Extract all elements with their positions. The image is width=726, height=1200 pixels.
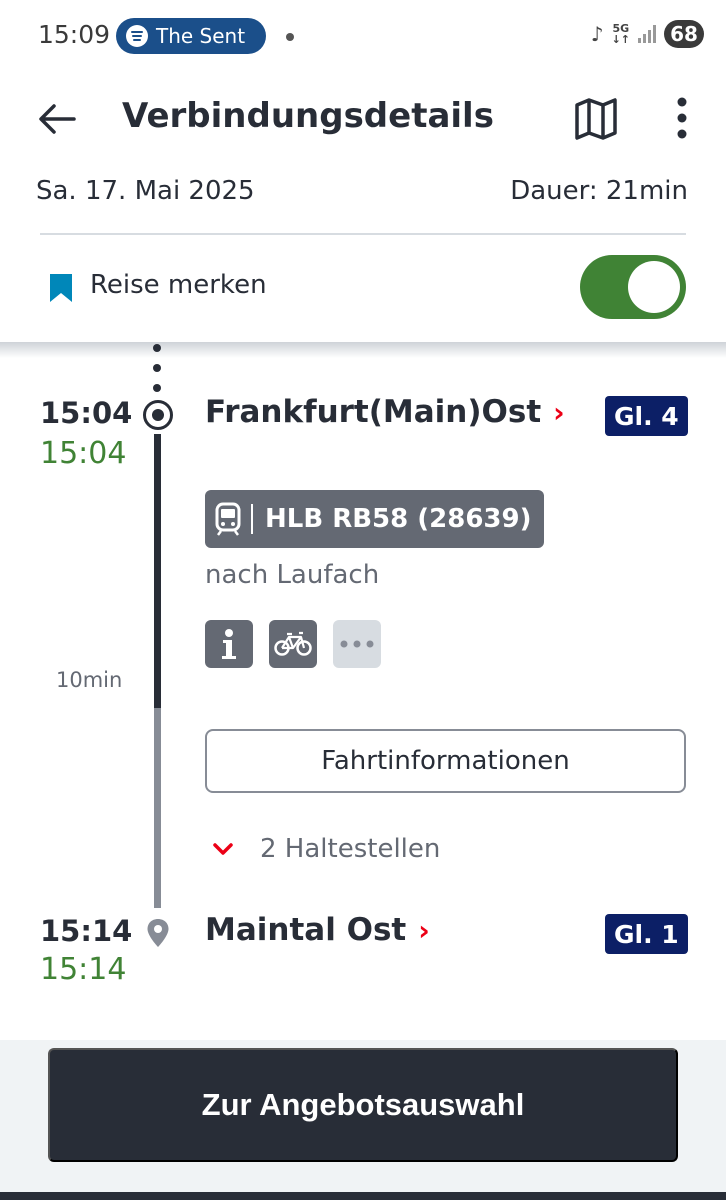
bicycle-icon[interactable] bbox=[269, 620, 317, 668]
chevron-right-icon: › bbox=[418, 913, 430, 947]
destination-time-planned: 15:14 bbox=[40, 914, 133, 948]
destination-station-name: Maintal Ost bbox=[205, 912, 407, 948]
media-pill[interactable]: The Sent bbox=[116, 18, 266, 54]
timeline-line-remaining bbox=[154, 708, 161, 908]
notification-dot-icon bbox=[286, 33, 294, 41]
origin-station-name: Frankfurt(Main)Ost bbox=[205, 394, 542, 430]
bookmark-toggle[interactable] bbox=[580, 255, 686, 319]
destination-track-badge: Gl. 1 bbox=[605, 914, 688, 954]
origin-station-link[interactable]: Frankfurt(Main)Ost › bbox=[205, 394, 565, 430]
chevron-down-icon bbox=[213, 843, 233, 855]
map-icon[interactable] bbox=[572, 96, 620, 142]
train-icon bbox=[215, 502, 241, 536]
music-note-icon: ♪ bbox=[590, 22, 604, 46]
signal-icon bbox=[638, 25, 656, 43]
page-title: Verbindungsdetails bbox=[122, 96, 494, 136]
segment-duration: 10min bbox=[56, 668, 123, 692]
travel-date: Sa. 17. Mai 2025 bbox=[36, 176, 255, 206]
travel-duration: Dauer: 21min bbox=[510, 176, 688, 206]
bookmark-icon bbox=[50, 274, 72, 302]
app-header: Verbindungsdetails Sa. 17. Mai 2025 Daue… bbox=[0, 72, 726, 342]
timeline-line-travelled bbox=[154, 434, 161, 708]
destination-station-link[interactable]: Maintal Ost › bbox=[205, 912, 430, 948]
offer-selection-button[interactable]: Zur Angebotsauswahl bbox=[48, 1048, 678, 1162]
origin-track-badge: Gl. 4 bbox=[605, 396, 688, 436]
timeline-dot bbox=[153, 384, 161, 392]
more-horiz-icon[interactable] bbox=[333, 620, 381, 668]
timeline-dot bbox=[153, 344, 161, 352]
more-vert-icon[interactable] bbox=[664, 94, 700, 142]
chevron-right-icon: › bbox=[553, 395, 565, 429]
footer: Zur Angebotsauswahl bbox=[0, 1040, 726, 1200]
train-badge[interactable]: HLB RB58 (28639) bbox=[205, 490, 544, 548]
location-pin-icon bbox=[147, 919, 169, 947]
stops-toggle[interactable]: 2 Haltestellen bbox=[212, 834, 440, 864]
status-icons: ♪ 5G ↓↑ 68 bbox=[591, 20, 704, 48]
trip-info-button[interactable]: Fahrtinformationen bbox=[205, 729, 686, 793]
info-icon[interactable] bbox=[205, 620, 253, 668]
media-pill-text: The Sent bbox=[156, 24, 246, 48]
status-bar: 15:09 The Sent ♪ 5G ↓↑ 68 bbox=[0, 0, 726, 72]
origin-time-planned: 15:04 bbox=[40, 396, 133, 430]
back-arrow-icon[interactable] bbox=[34, 96, 80, 142]
toggle-knob bbox=[628, 261, 680, 313]
network-5g-icon: 5G ↓↑ bbox=[611, 22, 630, 46]
badge-separator bbox=[251, 504, 253, 534]
journey-timeline: 15:04 15:04 Frankfurt(Main)Ost › Gl. 4 H… bbox=[0, 342, 726, 1042]
bookmark-label: Reise merken bbox=[90, 270, 267, 300]
origin-marker-icon bbox=[143, 400, 173, 430]
stops-label: 2 Haltestellen bbox=[260, 834, 441, 864]
status-time: 15:09 bbox=[38, 20, 111, 49]
origin-time-real: 15:04 bbox=[40, 436, 127, 471]
train-direction: nach Laufach bbox=[205, 560, 380, 590]
spotify-icon bbox=[126, 25, 148, 47]
train-label: HLB RB58 (28639) bbox=[265, 504, 532, 534]
timeline-dot bbox=[153, 364, 161, 372]
system-nav-bar bbox=[0, 1192, 726, 1200]
divider bbox=[40, 233, 686, 235]
battery-icon: 68 bbox=[664, 20, 704, 48]
destination-time-real: 15:14 bbox=[40, 952, 127, 987]
